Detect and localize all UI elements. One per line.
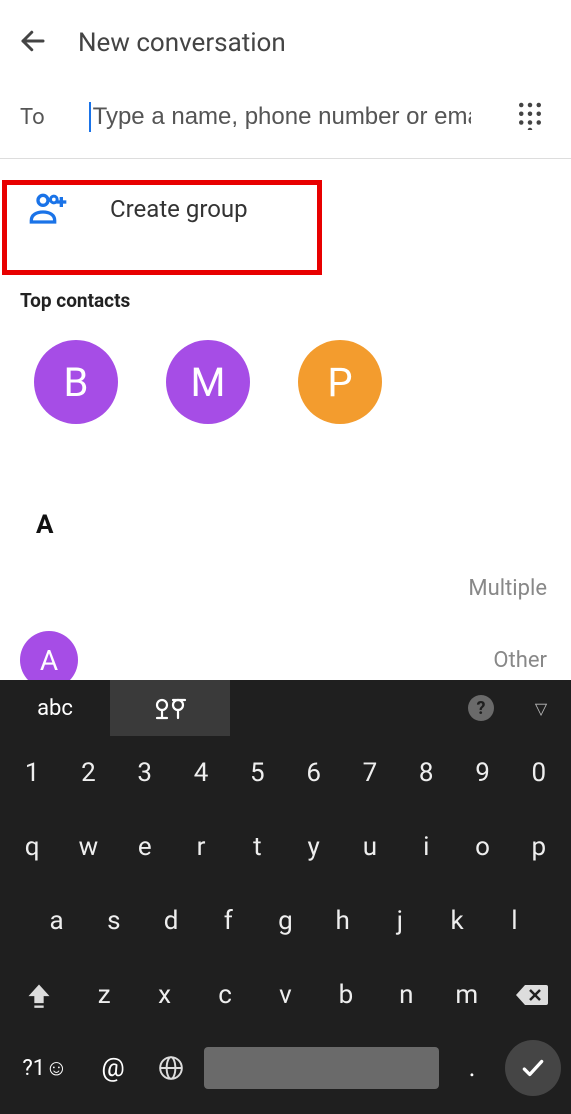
key[interactable]: f [200, 898, 257, 944]
key[interactable]: j [371, 898, 428, 944]
period-key[interactable]: . [447, 1053, 497, 1083]
contact-row[interactable]: Multiple [0, 550, 571, 627]
group-add-icon [28, 187, 68, 231]
key[interactable]: m [437, 972, 497, 1018]
keyboard-collapse-icon[interactable]: ▽ [511, 699, 571, 718]
to-label: To [20, 105, 45, 130]
globe-key[interactable] [146, 1055, 196, 1081]
key[interactable]: y [285, 824, 341, 870]
key[interactable]: d [142, 898, 199, 944]
contact-avatar[interactable]: B [34, 340, 118, 424]
keyboard-help-icon[interactable]: ? [451, 695, 511, 721]
keyboard-row-2: a s d f g h j k l [0, 884, 571, 958]
key[interactable]: o [454, 824, 510, 870]
key[interactable]: 7 [342, 750, 398, 796]
key[interactable]: n [376, 972, 436, 1018]
contact-meta: Other [493, 648, 547, 673]
keyboard-mode-abc[interactable]: abc [0, 696, 110, 721]
key[interactable]: u [342, 824, 398, 870]
keyboard-row-3: z x c v b n m [0, 958, 571, 1032]
key[interactable]: i [398, 824, 454, 870]
key[interactable]: k [429, 898, 486, 944]
enter-key[interactable] [505, 1040, 561, 1096]
key[interactable]: 3 [117, 750, 173, 796]
symbols-key[interactable]: ?1☺ [10, 1055, 80, 1081]
key[interactable]: a [28, 898, 85, 944]
key[interactable]: 4 [173, 750, 229, 796]
contact-avatar[interactable]: P [298, 340, 382, 424]
key[interactable]: 5 [229, 750, 285, 796]
key[interactable]: v [255, 972, 315, 1018]
top-contacts-row: B M P [0, 332, 571, 432]
key[interactable]: c [195, 972, 255, 1018]
key[interactable]: 2 [60, 750, 116, 796]
key[interactable]: 0 [511, 750, 567, 796]
key[interactable]: x [134, 972, 194, 1018]
top-contacts-label: Top contacts [0, 259, 571, 332]
space-key[interactable] [204, 1047, 439, 1089]
keyboard-language-toggle[interactable] [110, 680, 230, 736]
contact-avatar[interactable]: M [166, 340, 250, 424]
key[interactable]: p [511, 824, 567, 870]
on-screen-keyboard: abc ? ▽ 1 2 3 4 5 6 7 8 9 0 q w e r t y … [0, 680, 571, 1114]
keyboard-row-1: q w e r t y u i o p [0, 810, 571, 884]
key[interactable]: s [85, 898, 142, 944]
key[interactable]: 6 [285, 750, 341, 796]
key[interactable]: 8 [398, 750, 454, 796]
backspace-key[interactable] [497, 982, 567, 1008]
recipient-input[interactable] [89, 102, 471, 132]
key[interactable]: b [316, 972, 376, 1018]
contact-meta: Multiple [468, 576, 547, 601]
create-group-button[interactable]: Create group [0, 159, 571, 259]
at-key[interactable]: @ [88, 1053, 138, 1083]
alpha-index-header: A [0, 432, 571, 550]
key[interactable]: g [257, 898, 314, 944]
dialpad-icon[interactable] [515, 100, 551, 134]
page-title: New conversation [78, 28, 286, 58]
key[interactable]: 1 [4, 750, 60, 796]
key[interactable]: e [117, 824, 173, 870]
back-icon[interactable] [18, 26, 48, 60]
key[interactable]: l [486, 898, 543, 944]
create-group-label: Create group [110, 195, 248, 223]
keyboard-row-numbers: 1 2 3 4 5 6 7 8 9 0 [0, 736, 571, 810]
key[interactable]: q [4, 824, 60, 870]
key[interactable]: t [229, 824, 285, 870]
key[interactable]: r [173, 824, 229, 870]
shift-key[interactable] [4, 981, 74, 1009]
key[interactable]: z [74, 972, 134, 1018]
keyboard-row-bottom: ?1☺ @ . [0, 1032, 571, 1104]
key[interactable]: w [60, 824, 116, 870]
key[interactable]: h [314, 898, 371, 944]
key[interactable]: 9 [454, 750, 510, 796]
